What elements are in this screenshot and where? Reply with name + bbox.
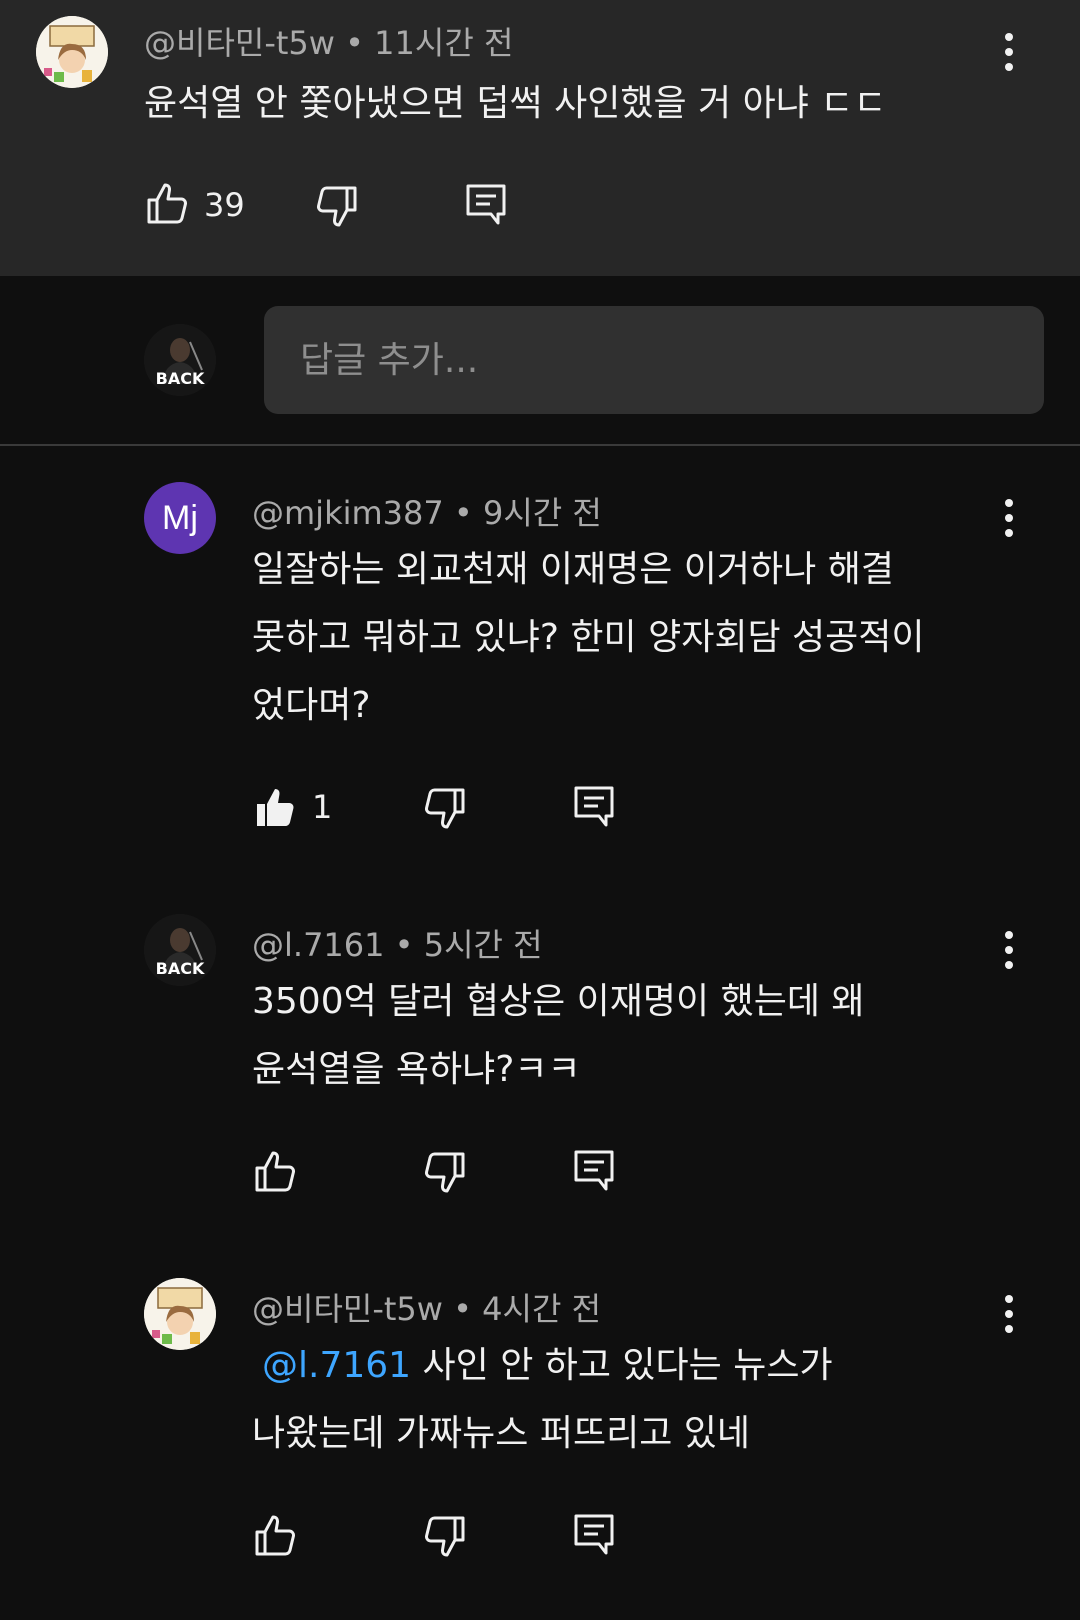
reply-icon (574, 1150, 614, 1191)
svg-text:BACK: BACK (156, 959, 205, 978)
add-reply-field[interactable] (264, 306, 1044, 414)
more-vert-icon[interactable] (994, 1290, 1024, 1338)
highlighted-comment: @비타민-t5w • 11시간 전 윤석열 안 쫓아냈으면 덥썩 사인했을 거 … (0, 0, 1080, 276)
avatar-initials: Mj (162, 499, 198, 537)
reply-meta: @l.7161 • 5시간 전 (252, 920, 543, 966)
thumbs-up-icon (255, 1151, 295, 1192)
thumbs-down-icon (425, 1152, 465, 1193)
comment-time: 11시간 전 (374, 24, 514, 62)
divider (0, 444, 1080, 446)
thumbs-up-icon (255, 1515, 295, 1556)
avatar-l7161[interactable]: BACK (144, 914, 216, 986)
reply-text: 일잘하는 외교천재 이재명은 이거하나 해결 못하고 뭐하고 있냐? 한미 양자… (252, 536, 925, 740)
add-reply-input[interactable] (264, 306, 1044, 414)
like-button-active[interactable] (252, 784, 300, 832)
reply-button[interactable] (570, 1510, 618, 1558)
like-button[interactable] (144, 180, 192, 228)
back-logo-avatar-icon: BACK (144, 914, 216, 986)
like-count: 1 (312, 788, 333, 826)
reply-text-segment: 사인 안 하고 있다는 뉴스가 (411, 1345, 833, 1386)
dislike-button[interactable] (420, 1512, 468, 1560)
thumbs-up-filled-icon (257, 789, 294, 826)
reply-text-line: @l.7161 사인 안 하고 있다는 뉴스가 (252, 1332, 833, 1400)
reply-handle[interactable]: @l.7161 (252, 926, 385, 964)
like-button[interactable] (252, 1148, 300, 1196)
cartoon-avatar-icon (36, 16, 108, 88)
like-button[interactable] (252, 1512, 300, 1560)
more-vert-icon[interactable] (994, 28, 1024, 76)
reply-handle[interactable]: @mjkim387 (252, 494, 444, 532)
thumbs-down-icon (317, 186, 357, 227)
back-logo-avatar-icon: BACK (144, 324, 216, 396)
avatar-vitamin[interactable] (36, 16, 108, 88)
reply-time: 4시간 전 (482, 1290, 602, 1328)
reply-handle[interactable]: @비타민-t5w (252, 1290, 443, 1328)
thumbs-down-icon (425, 788, 465, 829)
meta-separator: • (453, 1290, 483, 1328)
avatar-mjkim387[interactable]: Mj (144, 482, 216, 554)
more-vert-icon[interactable] (994, 926, 1024, 974)
reply-button[interactable] (462, 180, 510, 228)
reply-text-line: 었다며? (252, 685, 371, 726)
svg-text:BACK: BACK (156, 369, 205, 388)
comment-text: 윤석열 안 쫓아냈으면 덥썩 사인했을 거 아냐 ㄷㄷ (144, 83, 887, 124)
thumbs-up-icon (147, 183, 187, 224)
reply-text-line: 못하고 뭐하고 있냐? 한미 양자회담 성공적이 (252, 617, 925, 658)
reply-text-line: 나왔는데 가짜뉴스 퍼뜨리고 있네 (252, 1413, 751, 1454)
reply-text-line: 일잘하는 외교천재 이재명은 이거하나 해결 (252, 549, 894, 590)
reply-time: 9시간 전 (482, 494, 602, 532)
reply-icon (466, 184, 506, 225)
reply-icon (574, 1514, 614, 1555)
my-avatar: BACK (144, 324, 216, 396)
reply-button[interactable] (570, 1146, 618, 1194)
thumbs-down-icon (425, 1516, 465, 1557)
mention-link[interactable]: @l.7161 (262, 1345, 411, 1386)
reply-time: 5시간 전 (423, 926, 543, 964)
reply-icon (574, 786, 614, 827)
like-count: 39 (204, 186, 245, 224)
dislike-button[interactable] (312, 182, 360, 230)
avatar-vitamin[interactable] (144, 1278, 216, 1350)
reply-text-line: 3500억 달러 협상은 이재명이 했는데 왜 (252, 981, 865, 1022)
reply-button[interactable] (570, 782, 618, 830)
cartoon-avatar-icon (144, 1278, 216, 1350)
more-vert-icon[interactable] (994, 494, 1024, 542)
reply-meta: @비타민-t5w • 4시간 전 (252, 1284, 601, 1330)
meta-separator: • (345, 24, 375, 62)
reply-text: 3500억 달러 협상은 이재명이 했는데 왜 윤석열을 욕하냐?ㅋㅋ (252, 968, 865, 1104)
reply-text: @l.7161 사인 안 하고 있다는 뉴스가 나왔는데 가짜뉴스 퍼뜨리고 있… (252, 1332, 833, 1468)
meta-separator: • (453, 494, 483, 532)
comment-handle[interactable]: @비타민-t5w (144, 24, 335, 62)
reply-meta: @mjkim387 • 9시간 전 (252, 488, 602, 534)
reply-text-line: 윤석열을 욕하냐?ㅋㅋ (252, 1049, 581, 1090)
dislike-button[interactable] (420, 1148, 468, 1196)
meta-separator: • (394, 926, 424, 964)
dislike-button[interactable] (420, 784, 468, 832)
comment-meta: @비타민-t5w • 11시간 전 (144, 18, 513, 64)
